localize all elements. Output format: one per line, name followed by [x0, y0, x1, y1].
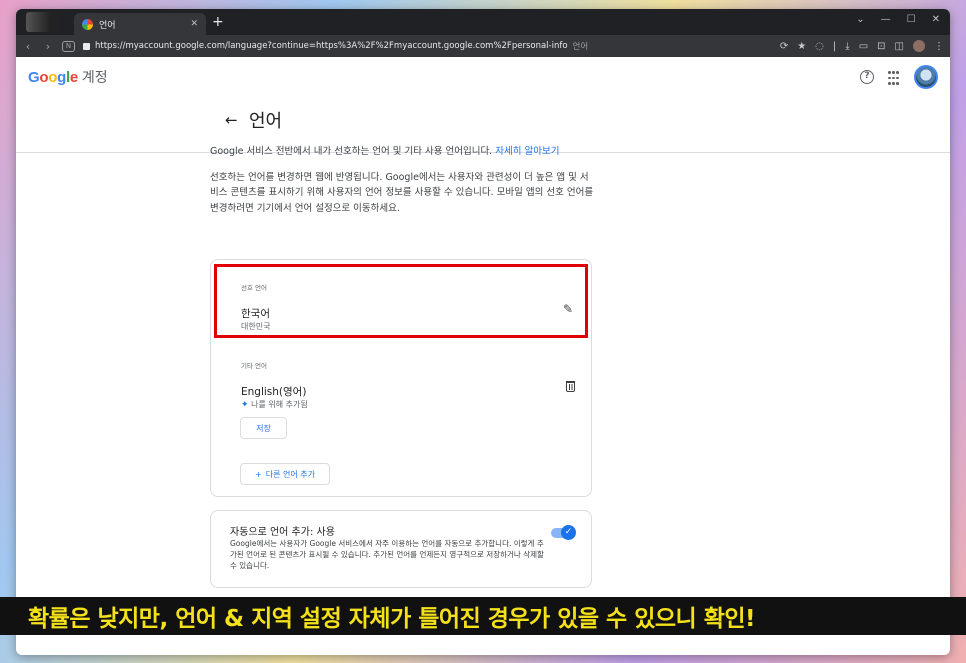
auto-add-title: 자동으로 언어 추가: 사용 [230, 527, 335, 538]
account-label: 계정 [81, 70, 108, 86]
other-languages-label: 기타 언어 [241, 362, 267, 370]
added-for-you-note: ✦ 나를 위해 추가됨 [241, 400, 308, 410]
browser-toolbar: ‹ › N https://myaccount.google.com/langu… [16, 35, 950, 57]
new-tab-button[interactable]: + [212, 14, 224, 30]
save-button[interactable]: 저장 [240, 417, 287, 439]
menu-kebab-icon[interactable]: ⋮ [934, 41, 944, 52]
other-language-name: English(영어) [241, 386, 307, 398]
page-title: 언어 [249, 111, 283, 132]
address-bar[interactable]: https://myaccount.google.com/language?co… [83, 37, 772, 55]
divider-icon: | [832, 40, 837, 52]
google-favicon-icon [82, 18, 93, 30]
plus-icon: + [255, 469, 262, 479]
help-icon[interactable]: ? [860, 70, 874, 84]
intro-text: Google 서비스 전반에서 내가 선호하는 언어 및 기타 사용 언어입니다… [210, 146, 560, 157]
forward-nav-icon[interactable]: › [42, 40, 54, 53]
learn-more-link[interactable]: 자세히 알아보기 [495, 146, 559, 157]
site-info-icon[interactable]: N [62, 40, 75, 52]
intro-section: Google 서비스 전반에서 내가 선호하는 언어 및 기타 사용 언어입니다… [210, 144, 594, 226]
preferred-language-region: 대한민국 [241, 322, 271, 331]
maximize-icon[interactable]: ☐ [907, 14, 916, 25]
avatar[interactable] [914, 65, 938, 89]
sidepanel-icon[interactable]: ◫ [895, 41, 904, 52]
browser-logo [26, 12, 66, 32]
close-icon[interactable]: ✕ [190, 19, 198, 29]
sparkle-icon: ✦ [241, 400, 249, 410]
tab-strip: 언어 ✕ + ⌄ — ☐ ✕ [16, 9, 950, 35]
url-page-title: 언어 [572, 42, 589, 52]
tab-search-icon[interactable]: ⌄ [856, 14, 864, 25]
google-account-header: Google 계정 ? [16, 57, 950, 97]
minimize-icon[interactable]: — [881, 14, 891, 25]
edit-pencil-icon[interactable]: ✎ [563, 302, 573, 316]
header-actions: ? [860, 65, 938, 89]
auto-add-toggle[interactable]: ✓ [551, 525, 576, 540]
url-text: https://myaccount.google.com/language?co… [95, 41, 568, 51]
window-controls: ⌄ — ☐ ✕ [856, 14, 940, 25]
extension-icons: ⟳ ★ ◌ | ⤓ ▭ ⊡ ◫ ⋮ [780, 40, 944, 52]
tab-title: 언어 [99, 20, 116, 31]
back-arrow-icon[interactable]: ← [225, 111, 238, 129]
tab-language[interactable]: 언어 ✕ [74, 13, 206, 35]
back-nav-icon[interactable]: ‹ [22, 40, 34, 53]
cast-icon[interactable]: ▭ [859, 41, 868, 52]
delete-trash-icon[interactable] [566, 381, 575, 392]
download-icon[interactable]: ⤓ [845, 41, 849, 52]
auto-add-description: Google에서는 사용자가 Google 서비스에서 자주 이용하는 언어를 … [230, 539, 544, 570]
translate-icon[interactable]: ⟳ [780, 41, 788, 52]
preferred-language-name: 한국어 [241, 308, 270, 320]
screenshot-icon[interactable]: ⊡ [877, 41, 885, 52]
preferred-language-label: 선호 언어 [241, 284, 267, 292]
extension-icon[interactable]: ◌ [815, 41, 824, 52]
description-text: 선호하는 언어를 변경하면 웹에 반영됩니다. Google에서는 사용자와 관… [210, 171, 594, 214]
window-close-icon[interactable]: ✕ [932, 14, 940, 25]
bookmark-star-icon[interactable]: ★ [797, 41, 806, 52]
lock-icon [83, 42, 90, 50]
caption-overlay: 확률은 낮지만, 언어 & 지역 설정 자체가 틀어진 경우가 있을 수 있으니… [0, 597, 966, 635]
add-language-button[interactable]: + 다른 언어 추가 [240, 463, 330, 485]
google-logo[interactable]: Google [28, 69, 78, 86]
profile-avatar-icon[interactable] [913, 40, 925, 52]
apps-grid-icon[interactable] [888, 71, 900, 85]
check-icon: ✓ [561, 525, 576, 540]
